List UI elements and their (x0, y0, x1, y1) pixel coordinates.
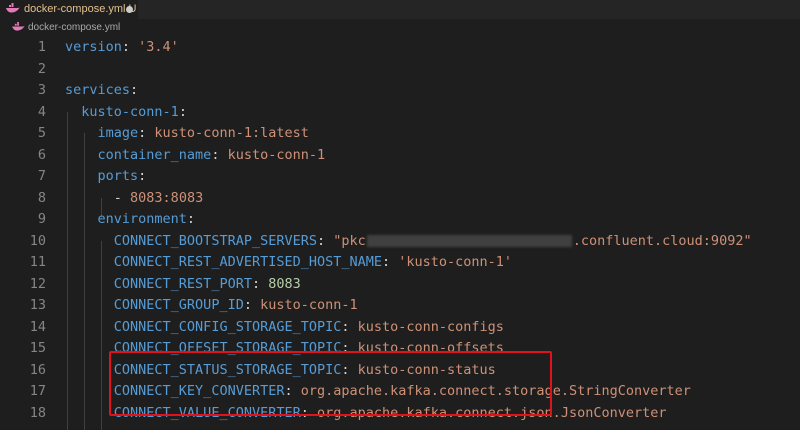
highlight-box (109, 351, 552, 416)
code-line[interactable]: image: kusto-conn-1:latest (65, 123, 309, 145)
line-number[interactable]: 12 (0, 274, 46, 296)
list-dash: - (113, 189, 131, 206)
dot-icon[interactable] (126, 6, 133, 13)
line-number[interactable]: 4 (0, 102, 46, 124)
yaml-value: "pkc (333, 232, 366, 249)
code-line[interactable]: version: '3.4' (65, 37, 179, 59)
code-line[interactable]: container_name: kusto-conn-1 (65, 145, 326, 167)
yaml-value: '3.4' (138, 39, 179, 55)
yaml-value: kusto-conn-configs (357, 318, 504, 335)
breadcrumb: docker-compose.yml (0, 19, 800, 37)
line-number[interactable]: 1 (0, 37, 46, 59)
yaml-value: kusto-conn-1 (260, 297, 358, 313)
yaml-value: 'kusto-conn-1' (398, 254, 513, 270)
yaml-separator: : (138, 125, 155, 141)
yaml-key: version (65, 39, 122, 55)
line-number[interactable]: 7 (0, 166, 46, 188)
yaml-separator: : (211, 146, 228, 163)
line-number[interactable]: 8 (0, 188, 46, 210)
breadcrumb-file[interactable]: docker-compose.yml (28, 22, 120, 33)
line-number[interactable]: 2 (0, 59, 46, 81)
yaml-number: 8083 (268, 275, 301, 292)
yaml-key: environment (97, 211, 187, 227)
code-line[interactable]: CONNECT_REST_ADVERTISED_HOST_NAME: 'kust… (65, 252, 512, 274)
line-number[interactable]: 14 (0, 317, 46, 339)
line-number[interactable]: 16 (0, 360, 46, 382)
yaml-separator: : (138, 168, 147, 184)
docker-whale-icon (6, 3, 20, 17)
code-line[interactable]: CONNECT_REST_PORT: 8083 (65, 274, 301, 296)
yaml-value: .confluent.cloud:9092" (572, 232, 752, 249)
code-line[interactable]: CONNECT_BOOTSTRAP_SERVERS: "pkc .confluen… (65, 231, 752, 253)
yaml-key: container_name (97, 146, 212, 163)
yaml-separator: : (382, 254, 399, 270)
line-number[interactable]: 17 (0, 381, 46, 403)
code-line[interactable]: kusto-conn-1: (65, 102, 187, 124)
yaml-key: services (65, 82, 131, 98)
yaml-key: kusto-conn-1 (81, 103, 179, 120)
yaml-separator: : (243, 297, 261, 313)
tab-bar: docker-compose.yml U (0, 0, 800, 19)
yaml-separator: : (121, 39, 139, 55)
code-line[interactable]: environment: (65, 209, 196, 231)
yaml-key: CONNECT_GROUP_ID (113, 297, 244, 313)
yaml-key: CONNECT_CONFIG_STORAGE_TOPIC (113, 318, 342, 335)
code-line[interactable]: CONNECT_GROUP_ID: kusto-conn-1 (65, 295, 358, 317)
code-editor[interactable]: 1 version: '3.4' 2 3 services: 4 kusto-conn-1… (0, 37, 800, 430)
line-number[interactable]: 15 (0, 338, 46, 360)
code-line[interactable]: services: (65, 80, 138, 102)
yaml-key: CONNECT_REST_ADVERTISED_HOST_NAME (113, 254, 382, 270)
code-line[interactable]: ports: (65, 166, 147, 188)
yaml-separator: : (178, 103, 187, 120)
line-number[interactable]: 5 (0, 123, 46, 145)
line-number[interactable]: 18 (0, 403, 46, 425)
yaml-separator: : (130, 82, 139, 98)
yaml-separator: : (251, 275, 269, 292)
yaml-separator: : (316, 232, 334, 249)
line-number[interactable]: 13 (0, 295, 46, 317)
line-number[interactable]: 3 (0, 80, 46, 102)
line-number[interactable]: 10 (0, 231, 46, 253)
line-number[interactable]: 11 (0, 252, 46, 274)
tab-docker-compose[interactable]: docker-compose.yml U (0, 0, 138, 19)
code-line[interactable]: - 8083:8083 (65, 188, 203, 210)
yaml-value: kusto-conn-1 (227, 146, 326, 163)
yaml-separator: : (186, 211, 196, 227)
yaml-key: image (97, 125, 139, 141)
redacted-text (366, 234, 572, 247)
code-line[interactable]: CONNECT_CONFIG_STORAGE_TOPIC: kusto-conn… (65, 317, 504, 339)
yaml-key: CONNECT_BOOTSTRAP_SERVERS (113, 232, 317, 249)
docker-whale-icon (12, 22, 25, 35)
tab-filename: docker-compose.yml U (24, 3, 137, 15)
yaml-key: ports (97, 168, 139, 184)
yaml-value: kusto-conn-1:latest (154, 125, 309, 141)
line-number[interactable]: 9 (0, 209, 46, 231)
yaml-key: CONNECT_REST_PORT (113, 275, 252, 292)
line-number[interactable]: 6 (0, 145, 46, 167)
yaml-separator: : (341, 318, 358, 335)
yaml-value: 8083:8083 (130, 189, 204, 206)
